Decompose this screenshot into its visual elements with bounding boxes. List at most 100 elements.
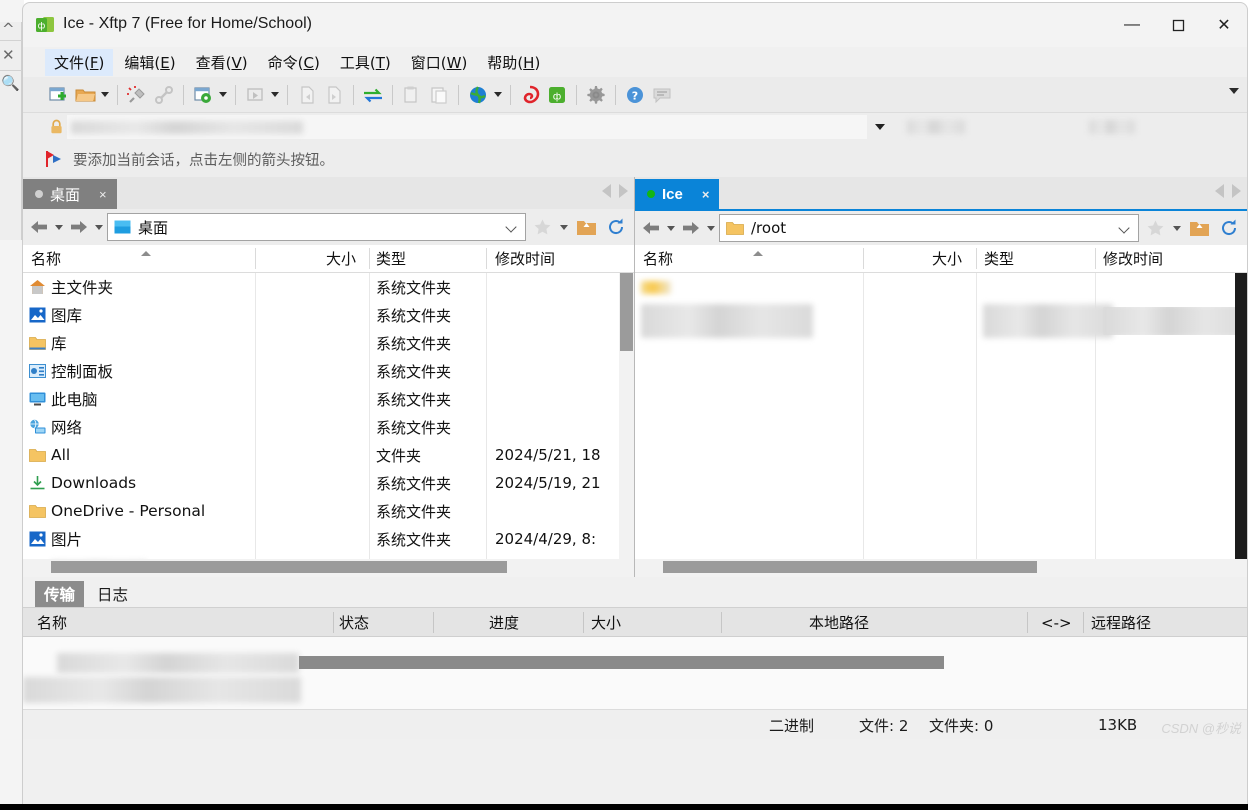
table-row[interactable]: 主文件夹 系统文件夹 — [23, 273, 634, 301]
local-hscroll-thumb[interactable] — [51, 561, 507, 573]
close-button[interactable]: ✕ — [1201, 3, 1247, 47]
transfer-list[interactable] — [23, 637, 1247, 709]
refresh-icon[interactable] — [602, 213, 630, 241]
table-row[interactable]: 图库 系统文件夹 — [23, 301, 634, 329]
session-settings-caret[interactable] — [217, 81, 229, 109]
transfer-column-progress[interactable]: 进度 — [489, 608, 519, 637]
copy-icon[interactable] — [399, 81, 425, 109]
xftp-icon[interactable]: ф — [544, 81, 570, 109]
back-history-caret[interactable] — [665, 214, 677, 242]
run-caret[interactable] — [269, 81, 281, 109]
favorite-star-icon[interactable] — [1141, 214, 1169, 242]
forward-history-caret[interactable] — [705, 214, 717, 242]
chat-icon[interactable] — [649, 81, 675, 109]
browser-globe-icon[interactable] — [465, 81, 491, 109]
transfer-right-icon[interactable] — [321, 81, 347, 109]
transfer-column-name[interactable]: 名称 — [37, 608, 67, 637]
transfer-column-status[interactable]: 状态 — [339, 608, 369, 637]
column-header-name[interactable]: 名称 — [643, 245, 673, 272]
table-row[interactable]: Downloads 系统文件夹 2024/5/19, 21 — [23, 469, 634, 497]
column-header-size[interactable]: 大小 — [326, 245, 356, 272]
transfer-left-icon[interactable] — [294, 81, 320, 109]
tab-scroll-right-icon[interactable] — [619, 184, 628, 198]
session-path-field[interactable] — [67, 115, 867, 139]
column-header-type[interactable]: 类型 — [376, 245, 406, 272]
help-icon[interactable]: ? — [622, 81, 648, 109]
disconnect-icon[interactable] — [124, 81, 150, 109]
tab-scroll-right-icon[interactable] — [1232, 184, 1241, 198]
local-path-caret[interactable] — [507, 223, 517, 233]
background-window[interactable]: ^ ✕ 🔍 — [0, 20, 22, 240]
table-row[interactable]: 网络 系统文件夹 — [23, 413, 634, 441]
search-icon[interactable]: 🔍 — [1, 74, 20, 92]
table-row[interactable]: 此电脑 系统文件夹 — [23, 385, 634, 413]
tab-close-icon[interactable]: × — [702, 187, 710, 202]
open-folder-icon[interactable] — [72, 81, 98, 109]
tab-scroll-left-icon[interactable] — [1215, 184, 1224, 198]
remote-vertical-scrollbar[interactable] — [1235, 273, 1247, 561]
column-header-name[interactable]: 名称 — [31, 245, 61, 272]
session-settings-icon[interactable] — [190, 81, 216, 109]
column-header-date[interactable]: 修改时间 — [1103, 245, 1163, 272]
back-history-caret[interactable] — [53, 213, 65, 241]
tab-ice[interactable]: Ice × — [635, 179, 720, 209]
browser-caret[interactable] — [492, 81, 504, 109]
table-row[interactable] — [635, 273, 1247, 301]
paste-icon[interactable] — [426, 81, 452, 109]
local-file-list[interactable]: 主文件夹 系统文件夹 图库 系统文件夹 库 系统文件夹 控制面板 系统文件夹 此… — [23, 273, 634, 561]
transfer-column-size[interactable]: 大小 — [591, 608, 621, 637]
menu-window[interactable]: 窗口(W) — [402, 49, 477, 76]
table-row[interactable]: 图片 系统文件夹 2024/4/29, 8: — [23, 525, 634, 553]
session-dropdown-caret[interactable] — [867, 124, 893, 130]
menu-file[interactable]: 文件(F) — [45, 48, 114, 76]
maximize-button[interactable] — [1155, 3, 1201, 47]
new-session-icon[interactable] — [45, 81, 71, 109]
forward-arrow-icon[interactable] — [67, 213, 91, 241]
back-arrow-icon[interactable] — [27, 213, 51, 241]
transfer-column-direction[interactable]: <-> — [1041, 608, 1072, 637]
favorite-caret[interactable] — [1171, 214, 1183, 242]
menu-tools[interactable]: 工具(T) — [331, 49, 400, 76]
favorite-caret[interactable] — [558, 213, 570, 241]
transfer-column-local-path[interactable]: 本地路径 — [809, 608, 869, 637]
open-folder-caret[interactable] — [99, 81, 111, 109]
remote-horizontal-scrollbar[interactable] — [635, 559, 1247, 577]
column-header-size[interactable]: 大小 — [932, 245, 962, 272]
xshell-icon[interactable] — [517, 81, 543, 109]
remote-file-list[interactable] — [635, 273, 1247, 561]
table-row[interactable] — [635, 304, 1247, 338]
tab-log[interactable]: 日志 — [88, 581, 137, 607]
tab-close-icon[interactable]: × — [99, 187, 107, 202]
sync-transfer-icon[interactable] — [360, 81, 386, 109]
local-vscroll-thumb[interactable] — [620, 273, 633, 351]
tab-scroll-left-icon[interactable] — [602, 184, 611, 198]
menu-edit[interactable]: 编辑(E) — [115, 49, 184, 76]
tab-desktop[interactable]: 桌面 × — [23, 179, 117, 209]
column-header-type[interactable]: 类型 — [984, 245, 1014, 272]
table-row[interactable]: 控制面板 系统文件夹 — [23, 357, 634, 385]
table-row[interactable]: All 文件夹 2024/5/21, 18 — [23, 441, 634, 469]
parent-folder-icon[interactable] — [572, 213, 600, 241]
refresh-icon[interactable] — [1215, 214, 1243, 242]
gear-icon[interactable] — [583, 81, 609, 109]
table-row[interactable]: 库 系统文件夹 — [23, 329, 634, 357]
local-vertical-scrollbar[interactable] — [619, 273, 634, 561]
toolbar-overflow-caret[interactable] — [1229, 88, 1239, 94]
local-horizontal-scrollbar[interactable] — [23, 559, 634, 577]
run-icon[interactable] — [242, 81, 268, 109]
remote-hscroll-thumb[interactable] — [663, 561, 1037, 573]
forward-arrow-icon[interactable] — [679, 214, 703, 242]
minimize-button[interactable]: — — [1109, 3, 1155, 47]
table-row[interactable]: OneDrive - Personal 系统文件夹 — [23, 497, 634, 525]
local-path-input[interactable]: 桌面 — [107, 213, 526, 241]
transfer-column-remote-path[interactable]: 远程路径 — [1091, 608, 1151, 637]
menu-view[interactable]: 查看(V) — [187, 49, 257, 76]
back-arrow-icon[interactable] — [639, 214, 663, 242]
link-icon[interactable] — [151, 81, 177, 109]
parent-folder-icon[interactable] — [1185, 214, 1213, 242]
tab-transfer[interactable]: 传输 — [35, 581, 85, 607]
menu-command[interactable]: 命令(C) — [259, 49, 329, 76]
menu-help[interactable]: 帮助(H) — [478, 49, 549, 76]
column-header-date[interactable]: 修改时间 — [495, 245, 555, 272]
forward-history-caret[interactable] — [93, 213, 105, 241]
